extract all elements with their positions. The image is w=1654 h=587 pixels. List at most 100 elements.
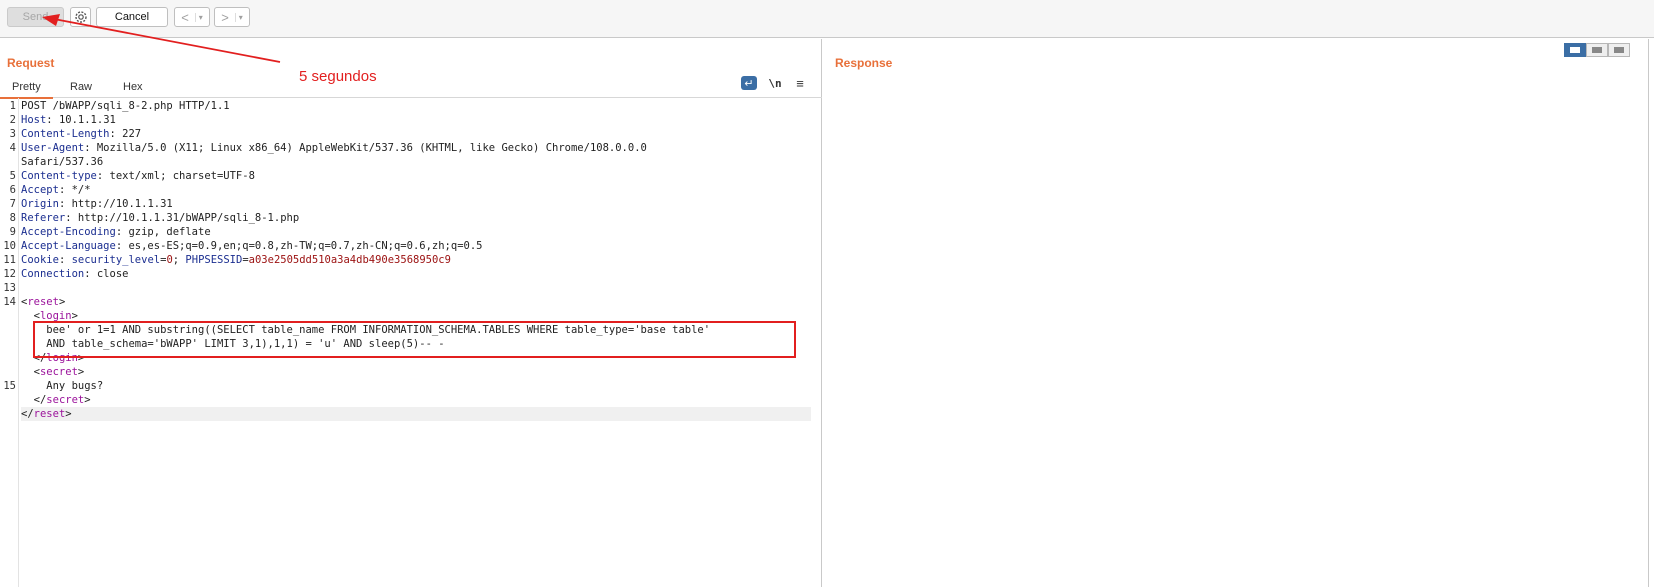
code-token: User-Agent (21, 142, 85, 154)
code-token: : http://10.1.1.31 (58, 198, 173, 210)
response-title: Response (835, 56, 893, 70)
line-number (0, 323, 16, 337)
line-number: 6 (9, 184, 16, 196)
code-line: </secret> (21, 393, 811, 407)
code-token: </ (21, 408, 34, 420)
code-token: > (84, 394, 91, 406)
request-title: Request (7, 56, 55, 70)
code-token: Host (21, 114, 47, 126)
code-token: < (21, 310, 40, 322)
line-number: 3 (9, 128, 16, 140)
code-token: </ (21, 352, 47, 364)
code-token: Connection (21, 268, 85, 280)
request-editor[interactable]: POST /bWAPP/sqli_8-2.php HTTP/1.1 Host: 1… (21, 99, 811, 421)
code-token: </ (21, 394, 47, 406)
code-token: : text/xml; charset=UTF-8 (96, 170, 255, 182)
wrap-icon[interactable]: ↵ (741, 76, 757, 90)
split-vertical-icon (1592, 47, 1602, 53)
line-number: 8 (9, 212, 16, 224)
gear-icon (74, 11, 87, 23)
line-number: 2 (9, 114, 16, 126)
code-token: Content-type (21, 170, 97, 182)
forward-button[interactable]: > ▾ (214, 7, 250, 27)
code-token: > (77, 366, 85, 378)
back-dropdown-icon[interactable]: ▾ (194, 12, 203, 22)
view-single-button[interactable] (1608, 43, 1630, 57)
code-token: secret (39, 366, 78, 378)
code-token: Any bugs? (21, 380, 104, 392)
line-number (0, 309, 16, 323)
code-token: login (39, 310, 72, 322)
code-line: <reset> (21, 295, 811, 309)
code-token: ; (172, 254, 186, 266)
code-token: : (58, 254, 72, 266)
code-line: Cookie: security_level=0; PHPSESSID=a03e… (21, 253, 811, 267)
single-pane-icon (1614, 47, 1624, 53)
code-line: Host: 10.1.1.31 (21, 113, 811, 127)
line-number: 15 (3, 380, 16, 392)
view-split-horizontal-button[interactable] (1564, 43, 1586, 57)
code-line: Origin: http://10.1.1.31 (21, 197, 811, 211)
line-number (0, 337, 16, 351)
tab-hex[interactable]: Hex (111, 81, 155, 97)
settings-button[interactable] (70, 7, 91, 27)
annotation-text: 5 segundos (299, 68, 377, 85)
code-token: login (46, 352, 78, 364)
request-tabs: Pretty Raw Hex (0, 78, 822, 99)
line-number: 12 (3, 268, 16, 280)
back-button[interactable]: < ▾ (174, 7, 210, 27)
line-number (0, 365, 16, 379)
forward-dropdown-icon[interactable]: ▾ (234, 12, 243, 22)
line-number (0, 351, 16, 365)
view-split-vertical-button[interactable] (1586, 43, 1608, 57)
code-token: Cookie (21, 254, 59, 266)
view-toggle (1564, 43, 1630, 57)
code-token: Origin (21, 198, 59, 210)
code-token: secret (46, 394, 85, 406)
newline-icon[interactable]: \n (767, 76, 783, 90)
line-number: 1 (9, 100, 16, 112)
code-token: Accept-Language (21, 240, 116, 252)
code-token: : gzip, deflate (115, 226, 211, 238)
menu-icon[interactable]: ≡ (792, 76, 808, 91)
line-number: 4 (9, 142, 16, 154)
line-number: 14 (3, 296, 16, 308)
code-line: <login> (21, 309, 811, 323)
response-pane: Response (823, 39, 1649, 587)
code-token: : close (84, 268, 129, 280)
cancel-button[interactable]: Cancel (96, 7, 168, 27)
code-line: Any bugs? (21, 379, 811, 393)
code-line: Accept-Language: es,es-ES;q=0.9,en;q=0.8… (21, 239, 811, 253)
code-token: bee' or 1=1 AND substring((SELECT table_… (21, 324, 711, 336)
code-token: : Mozilla/5.0 (X11; Linux x86_64) AppleW… (84, 142, 647, 154)
code-token: reset (33, 408, 66, 420)
code-line: Content-Length: 227 (21, 127, 811, 141)
code-token: Referer (21, 212, 66, 224)
line-number (0, 155, 16, 169)
code-token: Safari/537.36 (21, 156, 104, 168)
code-token: : */* (58, 184, 91, 196)
line-number: 5 (9, 170, 16, 182)
forward-arrow-icon: > (221, 9, 229, 25)
line-number: 11 (3, 254, 16, 266)
code-token: AND table_schema='bWAPP' LIMIT 3,1),1,1)… (21, 338, 445, 350)
code-token: > (65, 408, 72, 420)
send-button[interactable]: Send (7, 7, 64, 27)
code-token: : 10.1.1.31 (46, 114, 116, 126)
tab-pretty[interactable]: Pretty (0, 81, 53, 99)
code-line: Accept: */* (21, 183, 811, 197)
code-line: User-Agent: Mozilla/5.0 (X11; Linux x86_… (21, 141, 811, 155)
tab-raw[interactable]: Raw (58, 81, 104, 97)
code-token: Accept (21, 184, 59, 196)
code-token: POST /bWAPP/sqli_8-2.php HTTP/1.1 (21, 100, 230, 112)
code-token: < (21, 366, 40, 378)
toolbar: Send Cancel < ▾ > ▾ (0, 0, 1654, 38)
line-numbers: 1 2 3 4 5 6 7 8 9 10 11 12 13 14 15 (0, 99, 16, 421)
code-line: <secret> (21, 365, 811, 379)
code-token: > (71, 310, 78, 322)
code-token: Accept-Encoding (21, 226, 116, 238)
code-line: POST /bWAPP/sqli_8-2.php HTTP/1.1 (21, 99, 811, 113)
split-horizontal-icon (1570, 47, 1580, 53)
code-line: Connection: close (21, 267, 811, 281)
